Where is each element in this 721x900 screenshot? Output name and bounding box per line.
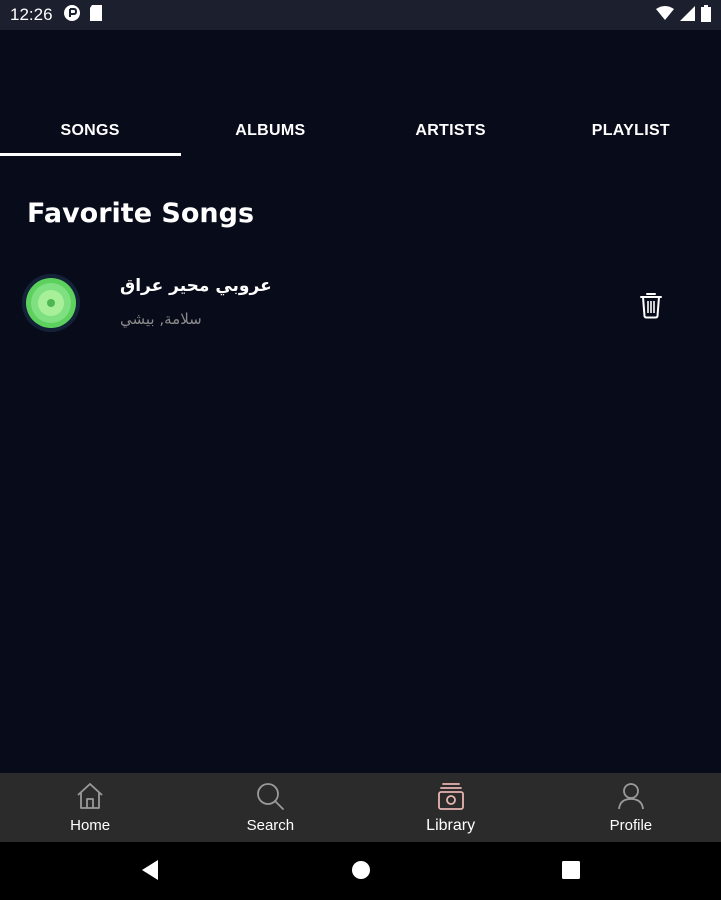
profile-icon [616,781,646,815]
vinyl-record-icon [22,274,80,332]
wifi-icon [656,5,674,25]
page-title: Favorite Songs [27,198,255,229]
battery-icon [701,4,711,26]
nav-library[interactable]: Library [361,773,541,842]
tab-songs[interactable]: SONGS [0,106,182,156]
search-icon [255,781,285,815]
status-left-icons [63,4,103,26]
nav-label-library: Library [426,816,476,834]
nav-label-home: Home [70,817,111,834]
status-time: 12:26 [10,5,53,24]
system-nav-bar [0,842,721,900]
sd-card-icon [89,4,103,26]
status-right-icons [656,4,711,26]
tab-playlist[interactable]: PLAYLIST [541,106,721,156]
nav-home[interactable]: Home [0,773,180,842]
back-icon [140,859,160,885]
bottom-nav: Home Search Library Profile [0,773,721,842]
trash-icon [639,291,663,323]
nav-search[interactable]: Search [180,773,360,842]
list-item[interactable]: عروبي محير عراق سلامة, بيشي [0,270,721,340]
media-icon [63,4,81,26]
nav-profile[interactable]: Profile [541,773,721,842]
song-title: عروبي محير عراق [120,276,272,296]
song-artist: سلامة, بيشي [120,310,202,328]
library-icon [436,781,466,815]
nav-label-profile: Profile [609,817,653,834]
library-tabs: SONGS ALBUMS ARTISTS PLAYLIST [0,106,721,156]
delete-button[interactable] [632,288,670,326]
recents-icon [562,861,580,883]
status-bar: 12:26 [0,0,721,30]
nav-label-search: Search [246,817,295,834]
signal-icon [680,5,695,25]
home-icon [75,781,105,815]
home-circle-icon [351,860,371,884]
home-system-button[interactable] [350,861,372,883]
tab-artists[interactable]: ARTISTS [361,106,541,156]
back-button[interactable] [139,859,161,885]
tab-albums[interactable]: ALBUMS [180,106,360,156]
recents-button[interactable] [560,861,582,883]
